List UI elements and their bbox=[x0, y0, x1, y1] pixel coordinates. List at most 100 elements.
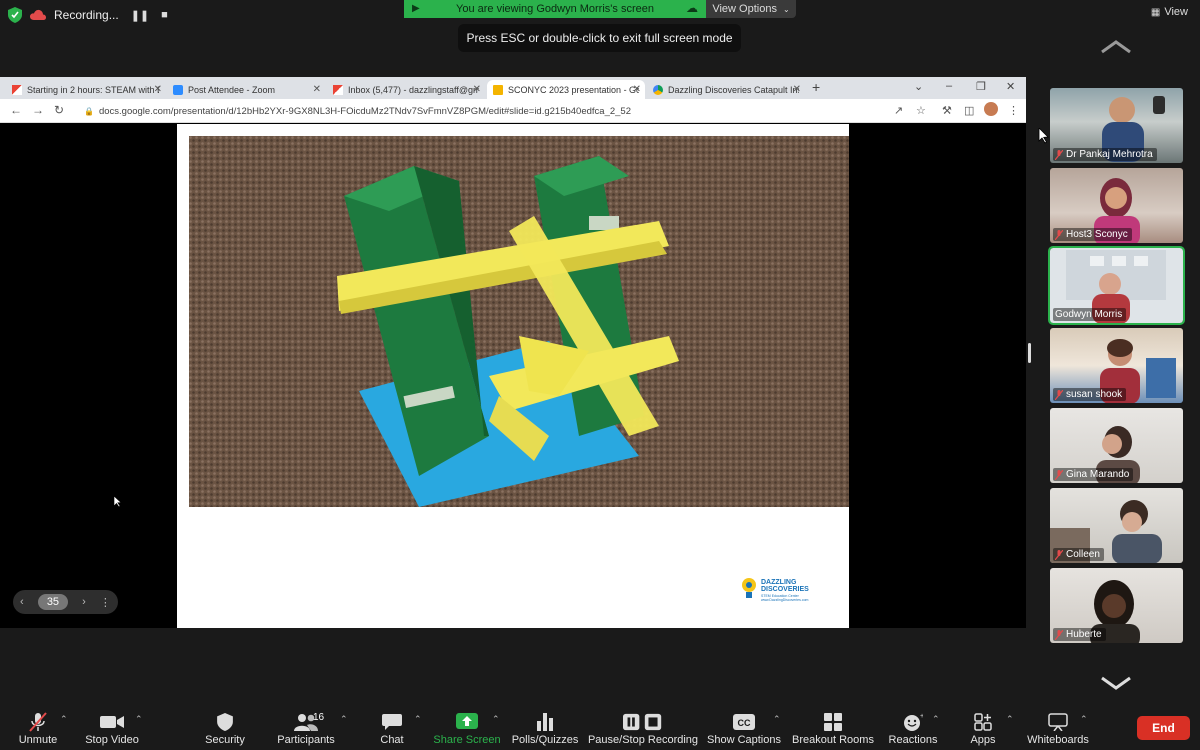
scroll-up-chevron-icon[interactable] bbox=[1100, 38, 1132, 56]
participant-video-2[interactable]: Godwyn Morris bbox=[1048, 246, 1185, 325]
participant-video-5[interactable]: Colleen bbox=[1050, 488, 1183, 563]
muted-mic-icon bbox=[1055, 629, 1063, 640]
security-shield-icon bbox=[8, 7, 22, 23]
apps-icon bbox=[974, 713, 992, 731]
url-field[interactable]: 🔒 docs.google.com/presentation/d/12bHb2Y… bbox=[84, 102, 884, 120]
cloud-recording-icon bbox=[30, 9, 46, 20]
browser-tab-drive[interactable]: Dazzling Discoveries Catapult Instructio… bbox=[647, 80, 805, 99]
captions-options-chevron-icon[interactable]: ⌃ bbox=[773, 714, 781, 725]
apps-button[interactable]: Apps bbox=[966, 706, 1000, 750]
chat-options-chevron-icon[interactable]: ⌃ bbox=[414, 714, 422, 725]
pause-stop-recording-button[interactable]: Pause/Stop Recording bbox=[588, 706, 698, 750]
whiteboards-button[interactable]: Whiteboards bbox=[1027, 706, 1089, 750]
stop-recording-button[interactable]: ■ bbox=[161, 9, 168, 21]
restore-icon[interactable]: ❐ bbox=[976, 80, 986, 93]
closed-captions-icon: CC bbox=[733, 714, 755, 730]
slide-navigator: ‹ 35 › ⋮ bbox=[13, 590, 118, 614]
show-captions-button[interactable]: CC Show Captions bbox=[707, 706, 781, 750]
apps-options-chevron-icon[interactable]: ⌃ bbox=[1006, 714, 1014, 725]
unmute-button[interactable]: Unmute bbox=[16, 706, 60, 750]
gmail-icon bbox=[12, 84, 22, 95]
whiteboards-options-chevron-icon[interactable]: ⌃ bbox=[1080, 714, 1088, 725]
google-drive-icon bbox=[653, 84, 663, 95]
view-options-button[interactable]: View Options ⌄ bbox=[706, 0, 796, 18]
close-tab-icon[interactable]: ✕ bbox=[473, 84, 481, 95]
participant-video-0[interactable]: Dr Pankaj Mehrotra bbox=[1050, 88, 1183, 163]
url-text: docs.google.com/presentation/d/12bHb2YXr… bbox=[98, 105, 631, 117]
side-panel-icon[interactable]: ◫ bbox=[964, 104, 974, 117]
bookmark-star-icon[interactable]: ☆ bbox=[916, 104, 926, 117]
reload-icon[interactable]: ↻ bbox=[54, 103, 64, 117]
browser-tab-gmail-2[interactable]: Inbox (5,477) - dazzlingstaff@gmail ✕ bbox=[327, 80, 485, 99]
scroll-down-chevron-icon[interactable] bbox=[1100, 674, 1132, 692]
shared-browser-window: Starting in 2 hours: STEAM with Dazzling… bbox=[0, 77, 1026, 628]
reactions-button[interactable]: + Reactions bbox=[889, 706, 938, 750]
participants-button[interactable]: 16 Participants bbox=[277, 706, 334, 750]
view-button[interactable]: ▦ View bbox=[1151, 6, 1188, 18]
close-tab-icon[interactable]: ✕ bbox=[313, 84, 321, 95]
breakout-rooms-grid-icon bbox=[824, 713, 842, 731]
svg-text:CC: CC bbox=[738, 718, 751, 728]
participants-options-chevron-icon[interactable]: ⌃ bbox=[340, 714, 348, 725]
muted-mic-icon bbox=[1055, 229, 1063, 240]
browser-menu-icon[interactable]: ⋮ bbox=[1008, 104, 1019, 117]
logo-subtitle: STEM Education Center www.DazzlingDiscove… bbox=[761, 594, 809, 602]
stop-video-button[interactable]: Stop Video bbox=[85, 706, 139, 750]
polls-button[interactable]: Polls/Quizzes bbox=[512, 706, 578, 750]
close-window-icon[interactable]: ✕ bbox=[1006, 80, 1015, 93]
breakout-rooms-button[interactable]: Breakout Rooms bbox=[792, 706, 874, 750]
minimize-icon[interactable]: – bbox=[946, 80, 952, 92]
forward-arrow-icon[interactable]: → bbox=[32, 103, 44, 117]
end-meeting-button[interactable]: End bbox=[1137, 716, 1190, 740]
participant-name: Host3 Sconyc bbox=[1066, 229, 1128, 240]
muted-mic-icon bbox=[1055, 549, 1063, 560]
share-screen-icon bbox=[456, 713, 478, 729]
browser-tab-zoom[interactable]: Post Attendee - Zoom ✕ bbox=[167, 80, 325, 99]
extensions-puzzle-icon[interactable]: ⚒ bbox=[942, 104, 952, 117]
share-screen-button[interactable]: Share Screen bbox=[433, 706, 501, 750]
profile-avatar[interactable] bbox=[984, 102, 998, 116]
new-tab-plus-icon[interactable]: + bbox=[812, 79, 820, 95]
close-tab-icon[interactable]: ✕ bbox=[793, 84, 801, 95]
security-shield-icon bbox=[217, 713, 233, 731]
next-slide-button[interactable]: › bbox=[82, 596, 86, 608]
video-options-chevron-icon[interactable]: ⌃ bbox=[135, 714, 143, 725]
meeting-toolbar: Unmute ⌃ Stop Video ⌃ Security 16 Partic… bbox=[0, 706, 1200, 750]
recording-label: Recording... bbox=[54, 8, 119, 22]
close-tab-icon[interactable]: ✕ bbox=[633, 84, 641, 95]
participant-name: Huberte bbox=[1066, 629, 1102, 640]
mouse-pointer-icon bbox=[1038, 128, 1049, 144]
browser-tab-bar: Starting in 2 hours: STEAM with Dazzling… bbox=[0, 77, 1026, 99]
participant-video-6[interactable]: Huberte bbox=[1050, 568, 1183, 643]
speaker-icon: ▶ bbox=[412, 3, 420, 14]
prev-slide-button[interactable]: ‹ bbox=[20, 596, 24, 608]
participants-count: 16 bbox=[313, 712, 325, 723]
reactions-smiley-icon: + bbox=[904, 713, 923, 731]
security-button[interactable]: Security bbox=[203, 706, 247, 750]
back-arrow-icon[interactable]: ← bbox=[10, 103, 22, 117]
view-options-label: View Options bbox=[712, 3, 777, 15]
participant-video-1[interactable]: Host3 Sconyc bbox=[1050, 168, 1183, 243]
grid-view-icon: ▦ bbox=[1150, 6, 1161, 18]
tab-search-chevron-icon[interactable]: ⌄ bbox=[914, 80, 923, 93]
participant-video-3[interactable]: susan shook bbox=[1050, 328, 1183, 403]
polls-chart-icon bbox=[537, 713, 553, 731]
google-slides-icon bbox=[493, 84, 503, 95]
participant-video-4[interactable]: Gina Marando bbox=[1050, 408, 1183, 483]
browser-tab-gmail-1[interactable]: Starting in 2 hours: STEAM with Dazzling… bbox=[6, 80, 166, 99]
chat-bubble-icon bbox=[382, 714, 402, 730]
recording-indicator: Recording... ❚❚ ■ bbox=[8, 4, 168, 26]
close-tab-icon[interactable]: ✕ bbox=[154, 84, 162, 95]
chat-button[interactable]: Chat bbox=[372, 706, 412, 750]
audio-options-chevron-icon[interactable]: ⌃ bbox=[60, 714, 68, 725]
mouse-cursor-icon bbox=[113, 496, 122, 508]
viewing-screen-text: You are viewing Godwyn Morris's screen bbox=[456, 3, 654, 15]
participant-name: Dr Pankaj Mehrotra bbox=[1066, 149, 1153, 160]
slide-more-button[interactable]: ⋮ bbox=[100, 596, 111, 609]
reactions-options-chevron-icon[interactable]: ⌃ bbox=[932, 714, 940, 725]
share-options-chevron-icon[interactable]: ⌃ bbox=[492, 714, 500, 725]
panel-resize-handle[interactable] bbox=[1028, 343, 1031, 363]
share-icon[interactable]: ↗ bbox=[894, 104, 903, 117]
pause-recording-button[interactable]: ❚❚ bbox=[131, 9, 149, 22]
browser-tab-slides[interactable]: SCONYC 2023 presentation - Google Slides… bbox=[487, 80, 645, 99]
